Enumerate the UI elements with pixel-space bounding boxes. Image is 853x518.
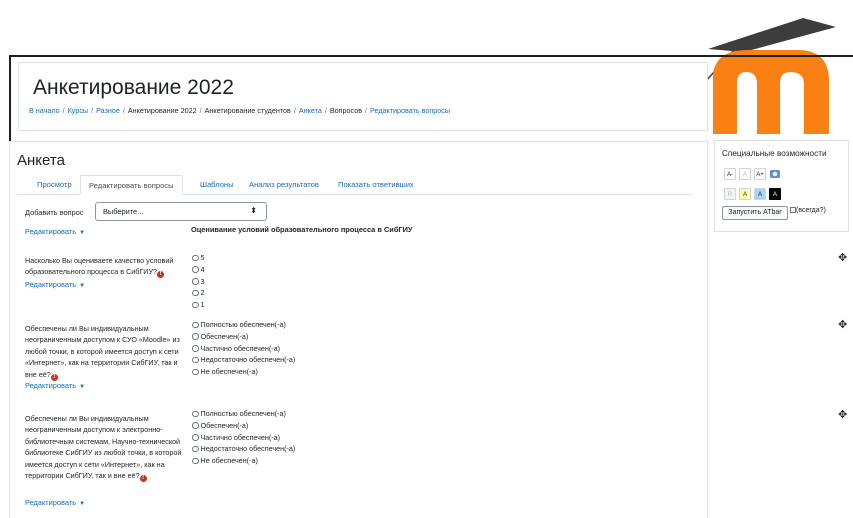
tab-preview[interactable]: Просмотр: [29, 175, 80, 195]
accessibility-block: Специальные возможности A- A A+ R A A A …: [714, 140, 849, 232]
radio-icon: [192, 356, 199, 364]
radio-option[interactable]: Частично обеспечен(-а): [192, 432, 295, 444]
radio-icon: [192, 434, 199, 441]
question-1-text: Насколько Вы оцениваете качество условий…: [25, 256, 174, 279]
black-scheme-button[interactable]: A: [769, 188, 781, 200]
radio-option[interactable]: 3: [192, 276, 205, 288]
breadcrumb-home[interactable]: В начало: [29, 106, 60, 115]
radio-icon: [192, 301, 199, 309]
breadcrumb-questions: Вопросов: [329, 106, 363, 115]
chevron-down-icon: ▼: [79, 501, 86, 507]
blue-scheme-button[interactable]: A: [754, 188, 766, 200]
question-3-options: Полностью обеспечен(-а) Обеспечен(-а) Ча…: [192, 408, 295, 467]
radio-option[interactable]: Обеспечен(-а): [192, 331, 295, 343]
radio-icon: [192, 410, 199, 417]
select-caret-icon: ⬍: [250, 206, 257, 215]
edit-heading-link[interactable]: Редактировать ▼: [25, 227, 85, 236]
radio-option[interactable]: Частично обеспечен(-а): [192, 343, 295, 355]
yellow-scheme-button[interactable]: A: [739, 188, 751, 200]
tab-respondents[interactable]: Показать ответивших: [330, 175, 422, 195]
chevron-down-icon: ▼: [79, 283, 86, 289]
question-3-text: Обеспечены ли Вы индивидуальным неограни…: [25, 414, 182, 483]
radio-icon: [192, 321, 199, 328]
tab-analysis[interactable]: Анализ результатов: [241, 175, 327, 195]
tab-bar: Просмотр Редактировать вопросы Шаблоны А…: [17, 175, 692, 195]
radio-icon: [192, 422, 199, 429]
reset-text-button[interactable]: A: [739, 168, 751, 180]
breadcrumb-courses[interactable]: Курсы: [68, 106, 88, 115]
radio-icon: [192, 266, 199, 273]
question-2-options: Полностью обеспечен(-а) Обеспечен(-а) Ча…: [192, 319, 295, 378]
breadcrumb-survey[interactable]: Анкета: [299, 106, 322, 115]
activity-title: Анкета: [17, 152, 65, 169]
always-checkbox[interactable]: (всегда?): [790, 207, 826, 214]
edit-question-1-link[interactable]: Редактировать ▼: [25, 280, 85, 289]
tab-edit-questions[interactable]: Редактировать вопросы: [80, 175, 183, 195]
radio-option[interactable]: Полностью обеспечен(-а): [192, 408, 295, 420]
radio-icon: [192, 457, 199, 465]
breadcrumb-misc[interactable]: Разное: [96, 106, 120, 115]
radio-option[interactable]: Обеспечен(-а): [192, 420, 295, 432]
radio-icon: [192, 254, 199, 261]
move-icon[interactable]: ✥: [838, 251, 847, 264]
required-icon: !: [139, 475, 147, 483]
radio-option[interactable]: Не обеспечен(-а): [192, 366, 295, 378]
breadcrumb-edit-questions[interactable]: Редактировать вопросы: [370, 106, 450, 115]
chevron-down-icon: ▼: [79, 230, 86, 236]
tab-templates[interactable]: Шаблоны: [192, 175, 242, 195]
page-header: Анкетирование 2022 В начало / Курсы / Разное…: [18, 62, 708, 131]
radio-option[interactable]: Недостаточно обеспечен(-а): [192, 354, 295, 366]
breadcrumb-section: Анкетирование студентов: [204, 106, 291, 115]
breadcrumb: В начало / Курсы / Разное / Анкетирование 2022…: [29, 106, 451, 115]
radio-option[interactable]: 4: [192, 264, 205, 276]
add-question-label: Добавить вопрос: [25, 208, 84, 217]
radio-option[interactable]: Недостаточно обеспечен(-а): [192, 443, 295, 455]
radio-option[interactable]: Полностью обеспечен(-а): [192, 319, 295, 331]
decrease-text-button[interactable]: A-: [724, 168, 736, 180]
radio-icon: [192, 333, 199, 340]
breadcrumb-course: Анкетирование 2022: [127, 106, 197, 115]
radio-option[interactable]: 2: [192, 287, 205, 299]
launch-atbar-button[interactable]: Запустить ATbar: [722, 206, 788, 220]
radio-icon: [192, 445, 199, 453]
select-value: Выберите...: [103, 207, 144, 216]
accessibility-title: Специальные возможности: [722, 149, 827, 158]
settings-icon[interactable]: [769, 168, 781, 180]
question-1-options: 5 4 3 2 1: [192, 252, 205, 311]
section-heading: Оценивание условий образовательного проц…: [191, 225, 413, 234]
edit-question-3-link[interactable]: Редактировать ▼: [25, 498, 85, 507]
edit-question-2-link[interactable]: Редактировать ▼: [25, 381, 85, 390]
move-icon[interactable]: ✥: [838, 408, 847, 421]
move-icon[interactable]: ✥: [838, 318, 847, 331]
radio-option[interactable]: 1: [192, 299, 205, 311]
question-type-select[interactable]: Выберите... ⬍: [95, 202, 267, 221]
radio-icon: [192, 289, 199, 297]
radio-icon: [192, 278, 199, 285]
question-2-text: Обеспечены ли Вы индивидуальным неограни…: [25, 324, 180, 381]
required-icon: !: [50, 373, 58, 381]
chevron-down-icon: ▼: [79, 384, 86, 390]
radio-option[interactable]: 5: [192, 252, 205, 264]
required-icon: !: [157, 271, 165, 279]
page-title: Анкетирование 2022: [33, 76, 234, 99]
radio-icon: [192, 345, 199, 352]
reset-colour-button[interactable]: R: [724, 188, 736, 200]
increase-text-button[interactable]: A+: [754, 168, 766, 180]
radio-option[interactable]: Не обеспечен(-а): [192, 455, 295, 467]
radio-icon: [192, 368, 199, 376]
